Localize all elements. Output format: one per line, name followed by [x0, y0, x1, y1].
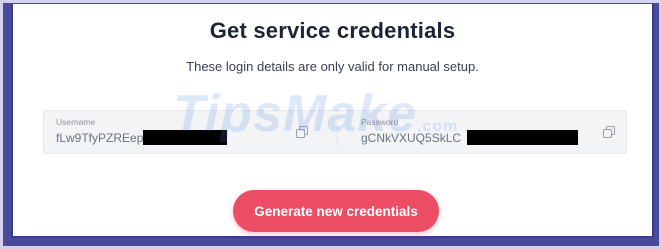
page-subtitle: These login details are only valid for m… — [186, 59, 479, 74]
page-title: Get service credentials — [209, 18, 456, 43]
copy-icon[interactable] — [295, 125, 309, 139]
password-label: Password — [361, 117, 399, 127]
generate-credentials-button[interactable]: Generate new credentials — [233, 190, 439, 232]
copy-icon[interactable] — [602, 125, 616, 139]
credentials-panel: Get service credentials These login deta… — [11, 4, 654, 238]
password-field[interactable]: Password gCNkVXUQ5SkLC — [349, 111, 626, 153]
password-redaction — [467, 130, 578, 145]
password-value[interactable]: gCNkVXUQ5SkLC — [361, 131, 461, 145]
credentials-box: Username fLw9TfyPZREep Password gCNkVXUQ… — [43, 110, 627, 154]
username-value[interactable]: fLw9TfyPZREep — [56, 131, 143, 145]
username-field[interactable]: Username fLw9TfyPZREep — [44, 111, 320, 153]
field-divider — [337, 117, 338, 147]
window-frame: Get service credentials These login deta… — [3, 3, 659, 246]
username-label: Username — [56, 117, 96, 127]
username-redaction — [143, 130, 227, 145]
